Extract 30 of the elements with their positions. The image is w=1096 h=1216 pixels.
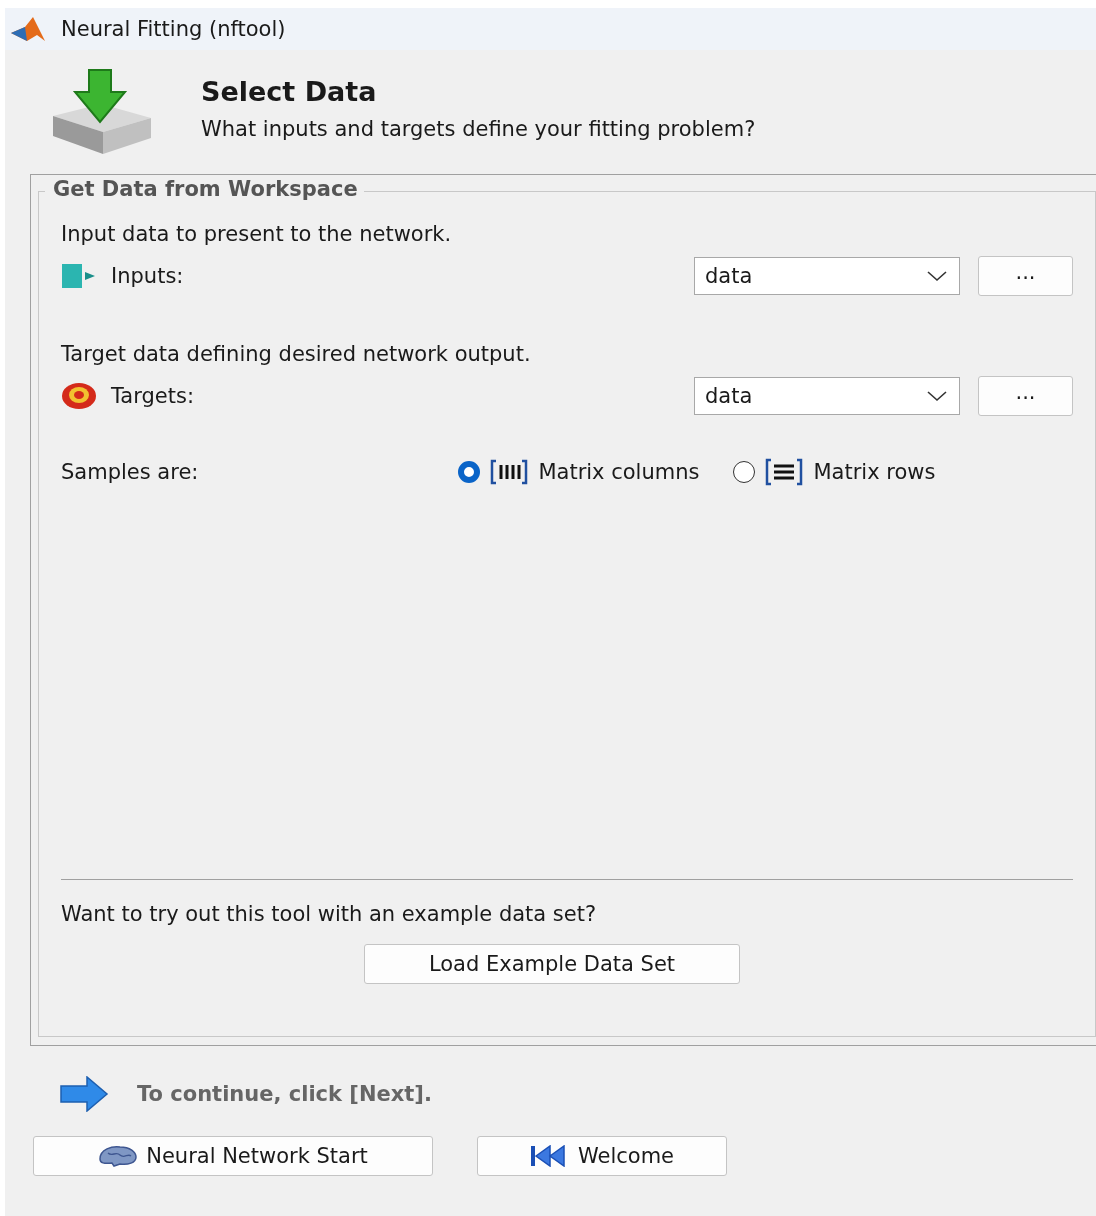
target-icon (61, 382, 97, 410)
nav-button[interactable]: Neural Network Start (33, 1136, 433, 1176)
radio-button[interactable] (733, 461, 756, 483)
page-title: Select Data (201, 76, 378, 107)
samples-label: Samples are: (61, 460, 199, 484)
arrow-right-icon (59, 1076, 109, 1112)
group-title: Get Data from Workspace (45, 177, 364, 201)
field-hint: Input data to present to the network. (61, 222, 453, 246)
brain-icon (98, 1145, 139, 1167)
radio-button[interactable] (458, 461, 481, 483)
browse-button[interactable]: ... (978, 256, 1073, 296)
inputs-icon (61, 263, 97, 289)
matrix-columns-icon (490, 459, 529, 485)
window-title: Neural Fitting (nftool) (61, 17, 286, 41)
field-label: Inputs: (111, 264, 184, 288)
chevron-down-icon (927, 270, 947, 282)
option-label: Matrix rows (813, 460, 936, 484)
option-label: Matrix columns (538, 460, 700, 484)
field-hint: Target data defining desired network output. (61, 342, 532, 366)
nav-button[interactable]: Welcome (477, 1136, 727, 1176)
page-subtitle: What inputs and targets define your fitting problem? (201, 117, 756, 141)
chevron-down-icon (927, 390, 947, 402)
example-prompt: Want to try out this tool with an example data set? (61, 902, 598, 926)
load-example-button[interactable]: Load Example Data Set (364, 944, 740, 984)
browse-button[interactable]: ... (978, 376, 1073, 416)
matrix-rows-icon (765, 458, 804, 486)
dropdown[interactable]: data (694, 377, 960, 415)
dropdown[interactable]: data (694, 257, 960, 295)
continue-hint: To continue, click [Next]. (137, 1082, 432, 1106)
field-label: Targets: (111, 384, 194, 408)
